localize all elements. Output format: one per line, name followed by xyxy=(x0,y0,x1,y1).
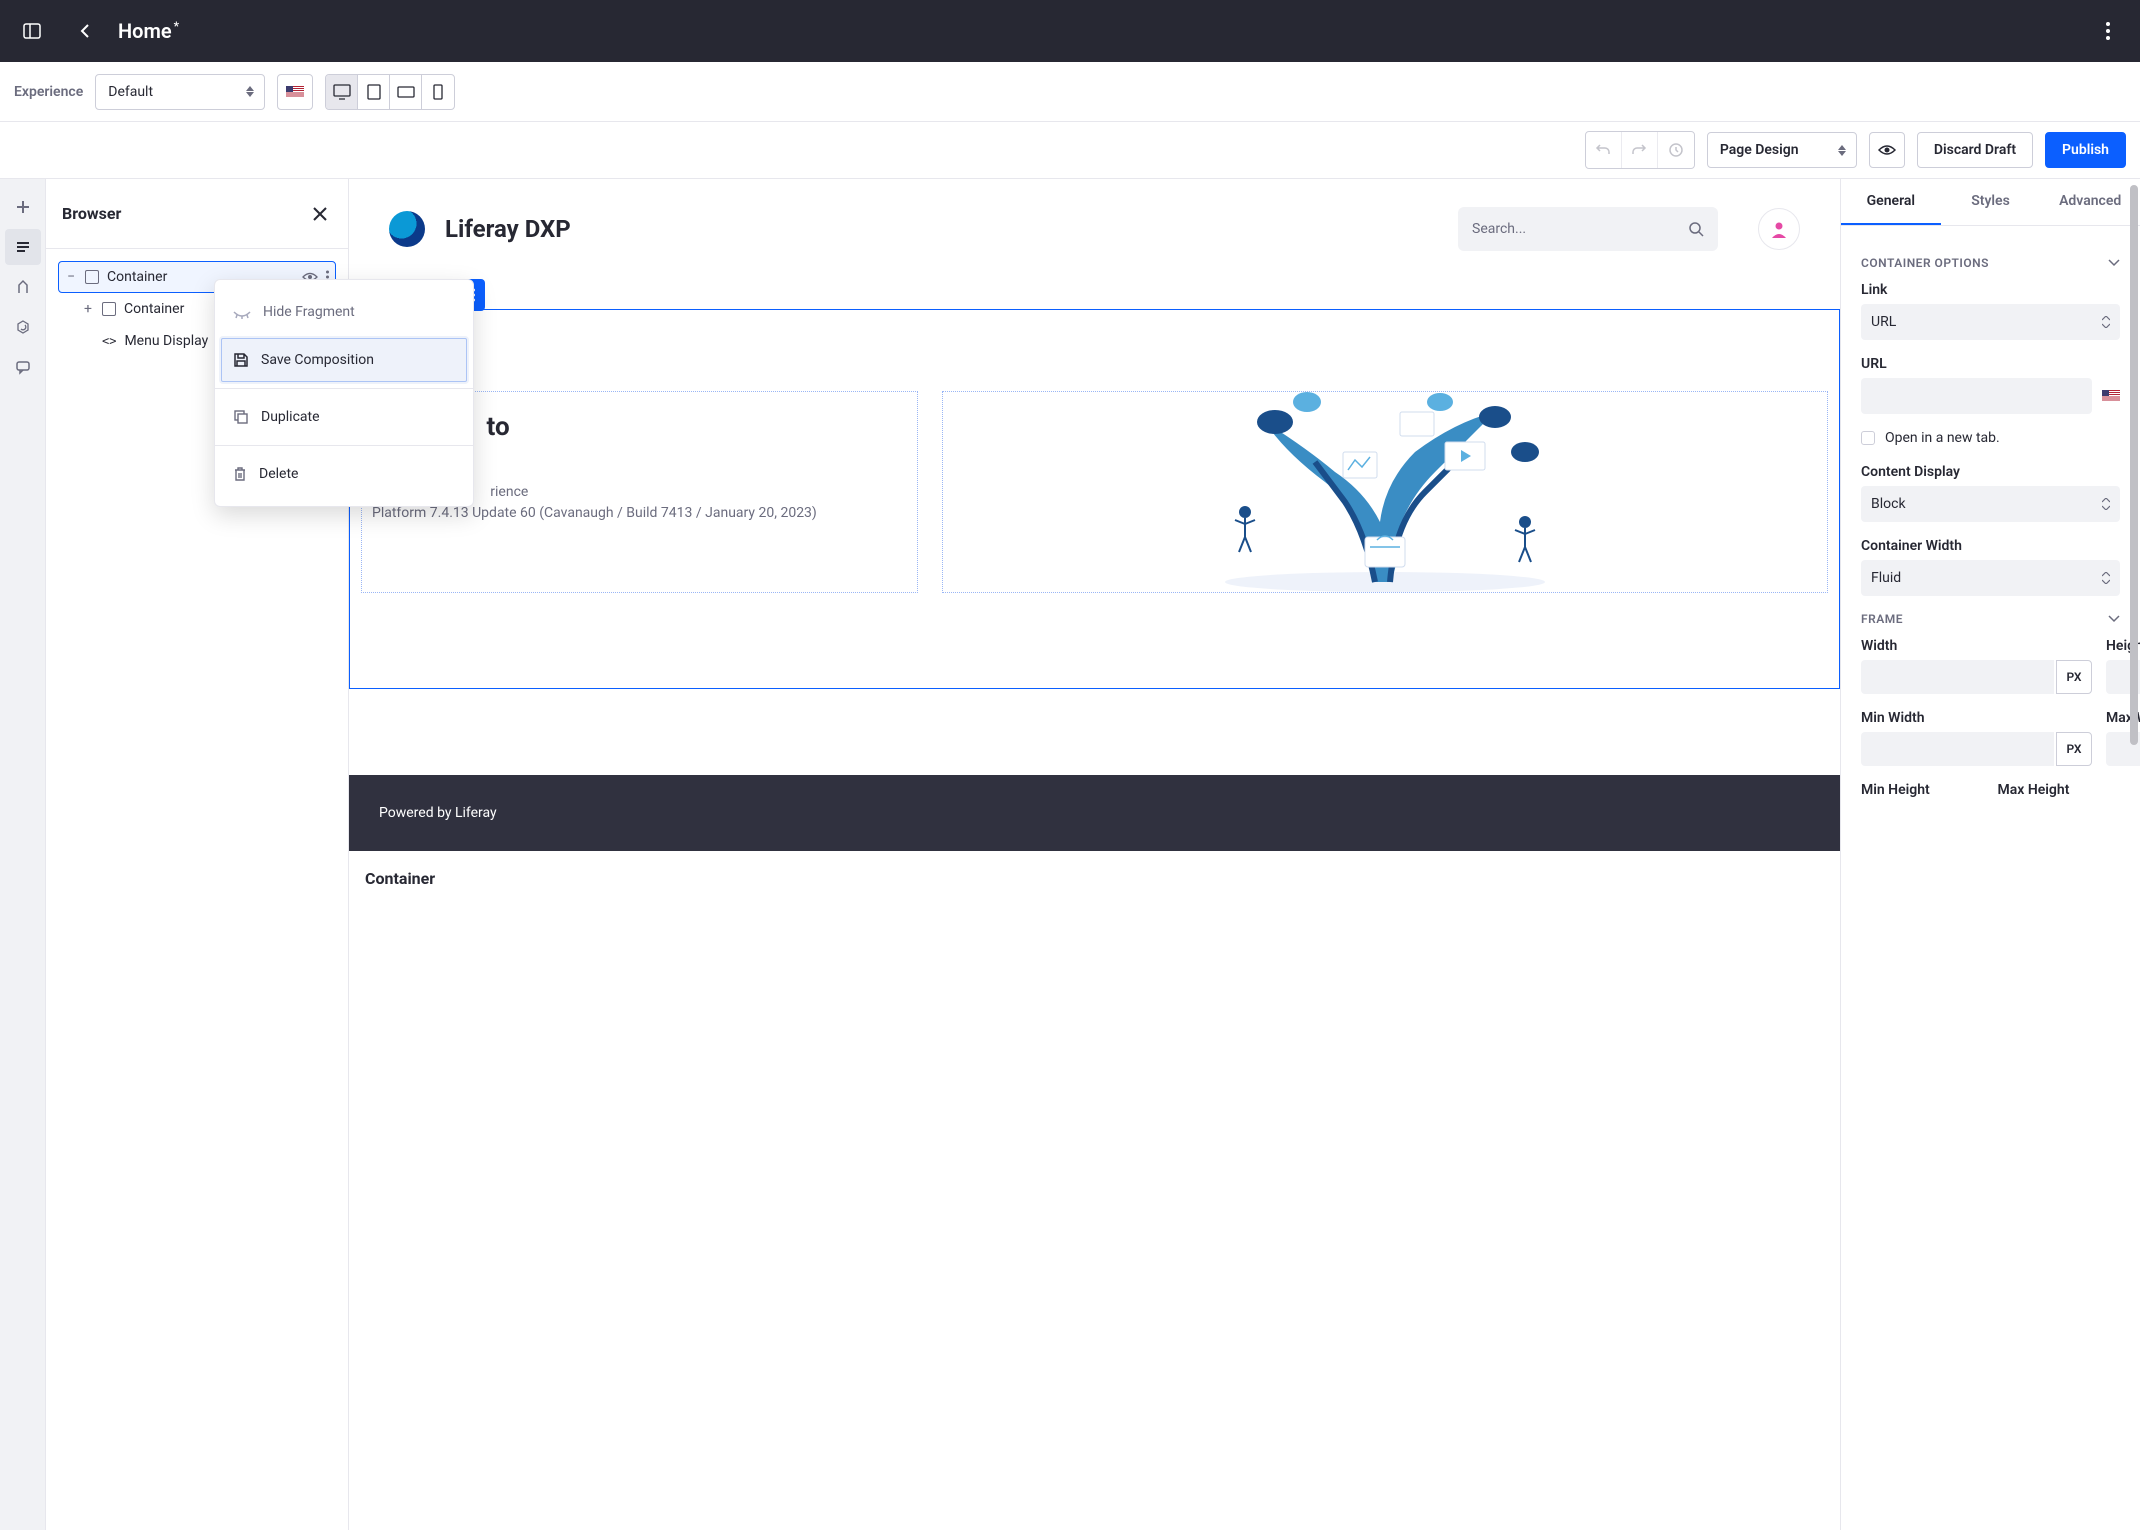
brand-name: Liferay DXP xyxy=(445,215,571,243)
flag-us-icon[interactable] xyxy=(2102,390,2120,402)
back-icon[interactable] xyxy=(74,19,98,43)
experience-label: Experience xyxy=(14,84,83,100)
more-icon[interactable] xyxy=(2096,19,2120,43)
content-display-label: Content Display xyxy=(1861,464,2120,480)
rail-fragments-button[interactable] xyxy=(5,189,41,225)
discard-draft-button[interactable]: Discard Draft xyxy=(1917,132,2033,168)
max-height-label: Max Height xyxy=(1998,782,2121,798)
container-width-label: Container Width xyxy=(1861,538,2120,554)
menu-duplicate[interactable]: Duplicate xyxy=(215,393,473,441)
container-icon xyxy=(85,270,99,284)
code-icon: <> xyxy=(102,334,116,348)
width-label: Width xyxy=(1861,638,2092,654)
element-tree: − Container + Container <> Menu Display xyxy=(46,249,348,369)
container-icon xyxy=(102,302,116,316)
search-icon xyxy=(1688,221,1704,237)
caret-icon xyxy=(246,86,254,97)
url-input[interactable] xyxy=(1861,378,2092,414)
menu-save-composition[interactable]: Save Composition xyxy=(219,336,469,384)
history-group xyxy=(1585,131,1695,169)
min-width-input[interactable] xyxy=(1861,732,2054,766)
page-title: Home* xyxy=(118,19,179,43)
min-width-label: Min Width xyxy=(1861,710,2092,726)
device-tablet-button[interactable] xyxy=(358,75,390,109)
liferay-logo-icon xyxy=(389,211,425,247)
unit-label[interactable]: PX xyxy=(2056,732,2092,766)
publish-button[interactable]: Publish xyxy=(2045,132,2126,168)
content-display-select[interactable]: Block xyxy=(1861,486,2120,522)
tab-styles[interactable]: Styles xyxy=(1941,179,2041,225)
undo-button[interactable] xyxy=(1586,132,1622,168)
copy-icon xyxy=(233,409,249,425)
rail-comments-button[interactable] xyxy=(5,349,41,385)
container-width-select[interactable]: Fluid xyxy=(1861,560,2120,596)
device-preview-group xyxy=(325,74,455,110)
search-input[interactable]: Search... xyxy=(1458,207,1718,251)
min-height-label: Min Height xyxy=(1861,782,1984,798)
rail-mapping-button[interactable] xyxy=(5,309,41,345)
caret-icon xyxy=(2102,498,2110,510)
trash-icon xyxy=(233,466,247,482)
save-icon xyxy=(233,352,249,368)
menu-delete[interactable]: Delete xyxy=(215,450,473,498)
redo-button[interactable] xyxy=(1622,132,1658,168)
canvas-footer: Powered by Liferay xyxy=(349,775,1840,851)
canvas-header: Liferay DXP Search... xyxy=(349,179,1840,279)
context-menu: Hide Fragment Save Composition Duplicate xyxy=(214,279,474,507)
width-input[interactable] xyxy=(1861,660,2054,694)
collapse-icon[interactable]: − xyxy=(65,269,77,285)
menu-hide-fragment[interactable]: Hide Fragment xyxy=(215,288,473,336)
experience-select[interactable]: Default xyxy=(95,74,265,110)
avatar[interactable] xyxy=(1758,208,1800,250)
browser-title: Browser xyxy=(62,204,121,223)
selected-container[interactable]: Welcome to Liferay Digital Experience Pl… xyxy=(349,309,1840,689)
panel-toggle-icon[interactable] xyxy=(20,19,44,43)
action-toolbar: Page Design Discard Draft Publish xyxy=(0,122,2140,178)
rail-browser-button[interactable] xyxy=(5,229,41,265)
url-label: URL xyxy=(1861,356,2120,372)
checkbox-icon xyxy=(1861,431,1875,445)
illustration[interactable] xyxy=(942,391,1828,593)
link-select[interactable]: URL xyxy=(1861,304,2120,340)
hide-icon xyxy=(233,305,251,319)
section-frame[interactable]: FRAME xyxy=(1861,612,2120,626)
device-landscape-button[interactable] xyxy=(390,75,422,109)
open-new-tab-checkbox[interactable]: Open in a new tab. xyxy=(1861,430,2120,446)
device-desktop-button[interactable] xyxy=(326,75,358,109)
left-rail xyxy=(0,179,46,1530)
experience-toolbar: Experience Default xyxy=(0,62,2140,122)
tab-advanced[interactable]: Advanced xyxy=(2040,179,2140,225)
close-icon[interactable] xyxy=(308,202,332,226)
topbar: Home* xyxy=(0,0,2140,62)
browser-panel: Browser − Container + Container xyxy=(46,179,349,1530)
caret-icon xyxy=(1838,145,1846,156)
canvas: Liferay DXP Search... Container Welcome … xyxy=(349,179,1840,1530)
chevron-down-icon xyxy=(2108,259,2120,267)
tab-general[interactable]: General xyxy=(1841,179,1941,225)
properties-panel: General Styles Advanced CONTAINER OPTION… xyxy=(1840,179,2140,1530)
language-button[interactable] xyxy=(277,74,313,110)
add-icon[interactable]: + xyxy=(82,301,94,317)
preview-button[interactable] xyxy=(1869,132,1905,168)
flag-us-icon xyxy=(286,86,304,98)
chevron-down-icon xyxy=(2108,615,2120,623)
device-phone-button[interactable] xyxy=(422,75,454,109)
unit-label[interactable]: PX xyxy=(2056,660,2092,694)
container-label: Container xyxy=(349,851,1840,898)
section-container-options[interactable]: CONTAINER OPTIONS xyxy=(1861,256,2120,270)
rail-design-button[interactable] xyxy=(5,269,41,305)
link-label: Link xyxy=(1861,282,2120,298)
history-button[interactable] xyxy=(1658,132,1694,168)
mode-select[interactable]: Page Design xyxy=(1707,132,1857,168)
caret-icon xyxy=(2102,316,2110,328)
properties-tabs: General Styles Advanced xyxy=(1841,179,2140,226)
caret-icon xyxy=(2102,572,2110,584)
scrollbar[interactable] xyxy=(2128,185,2140,785)
